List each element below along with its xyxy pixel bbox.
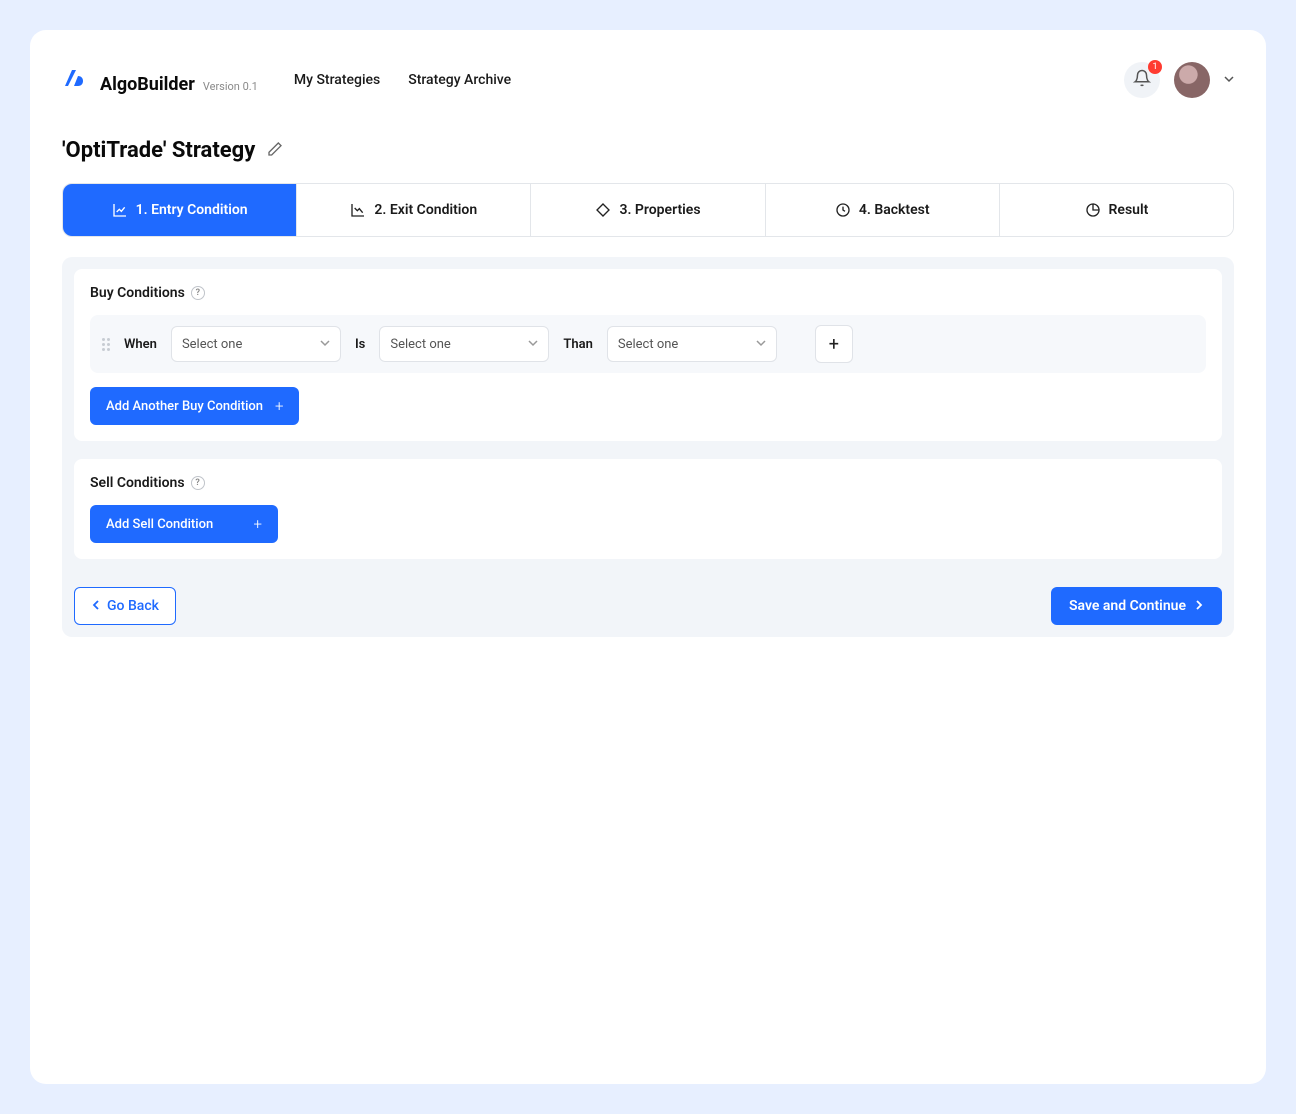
button-label: Add Sell Condition <box>106 517 213 532</box>
app-card: AlgoBuilder Version 0.1 My Strategies St… <box>30 30 1266 1084</box>
tab-label: 2. Exit Condition <box>374 202 477 218</box>
add-condition-button[interactable]: + <box>815 325 853 363</box>
button-label: Go Back <box>107 598 159 614</box>
tab-backtest[interactable]: 4. Backtest <box>766 184 1000 236</box>
section-title-text: Sell Conditions <box>90 475 185 491</box>
tab-label: Result <box>1109 202 1149 218</box>
chevron-down-icon <box>756 338 766 351</box>
tab-entry-condition[interactable]: 1. Entry Condition <box>63 184 297 236</box>
buy-conditions-section: Buy Conditions ? When Select one Is Sele… <box>74 269 1222 441</box>
app-name: AlgoBuilder <box>100 74 195 95</box>
steps-tabs: 1. Entry Condition 2. Exit Condition 3. … <box>62 183 1234 237</box>
plus-icon: + <box>275 397 283 415</box>
chevron-down-icon <box>320 338 330 351</box>
add-sell-condition-button[interactable]: Add Sell Condition + <box>90 505 278 543</box>
logo[interactable]: AlgoBuilder Version 0.1 <box>62 66 258 95</box>
than-label: Than <box>563 337 593 352</box>
help-icon[interactable]: ? <box>191 476 205 490</box>
chevron-left-icon <box>91 598 101 614</box>
notifications-button[interactable]: 1 <box>1124 62 1160 98</box>
clock-icon <box>835 202 851 218</box>
select-placeholder: Select one <box>390 337 450 352</box>
chart-down-icon <box>350 202 366 218</box>
button-label: Add Another Buy Condition <box>106 399 263 414</box>
logo-icon <box>62 66 86 90</box>
plus-icon: + <box>829 334 839 355</box>
buy-condition-row: When Select one Is Select one Than Selec… <box>90 315 1206 373</box>
diamond-icon <box>595 202 611 218</box>
tab-exit-condition[interactable]: 2. Exit Condition <box>297 184 531 236</box>
drag-handle-icon[interactable] <box>102 338 110 351</box>
tab-properties[interactable]: 3. Properties <box>531 184 765 236</box>
chevron-down-icon <box>528 338 538 351</box>
when-select[interactable]: Select one <box>171 326 341 362</box>
help-icon[interactable]: ? <box>191 286 205 300</box>
buy-conditions-title: Buy Conditions ? <box>90 285 1206 301</box>
tab-label: 3. Properties <box>619 202 700 218</box>
version-label: Version 0.1 <box>203 80 258 93</box>
tab-label: 4. Backtest <box>859 202 930 218</box>
user-menu-chevron[interactable] <box>1224 73 1234 87</box>
chart-up-icon <box>112 202 128 218</box>
chevron-right-icon <box>1194 598 1204 614</box>
button-label: Save and Continue <box>1069 598 1186 614</box>
page-title: 'OptiTrade' Strategy <box>62 138 255 163</box>
select-placeholder: Select one <box>618 337 678 352</box>
go-back-button[interactable]: Go Back <box>74 587 176 625</box>
bell-icon <box>1133 69 1151 91</box>
tab-label: 1. Entry Condition <box>136 202 248 218</box>
select-placeholder: Select one <box>182 337 242 352</box>
avatar[interactable] <box>1174 62 1210 98</box>
when-label: When <box>124 337 157 352</box>
nav-strategy-archive[interactable]: Strategy Archive <box>408 72 511 88</box>
is-label: Is <box>355 337 365 352</box>
tab-result[interactable]: Result <box>1000 184 1233 236</box>
sell-conditions-section: Sell Conditions ? Add Sell Condition + <box>74 459 1222 559</box>
top-nav: My Strategies Strategy Archive <box>294 72 511 88</box>
header: AlgoBuilder Version 0.1 My Strategies St… <box>62 62 1234 98</box>
add-another-buy-button[interactable]: Add Another Buy Condition + <box>90 387 299 425</box>
panel-footer: Go Back Save and Continue <box>74 587 1222 625</box>
plus-icon: + <box>254 515 262 533</box>
nav-my-strategies[interactable]: My Strategies <box>294 72 380 88</box>
section-title-text: Buy Conditions <box>90 285 185 301</box>
edit-title-button[interactable] <box>267 141 283 161</box>
sell-conditions-title: Sell Conditions ? <box>90 475 1206 491</box>
conditions-panel: Buy Conditions ? When Select one Is Sele… <box>62 257 1234 637</box>
header-right: 1 <box>1124 62 1234 98</box>
pie-icon <box>1085 202 1101 218</box>
than-select[interactable]: Select one <box>607 326 777 362</box>
save-continue-button[interactable]: Save and Continue <box>1051 587 1222 625</box>
is-select[interactable]: Select one <box>379 326 549 362</box>
title-row: 'OptiTrade' Strategy <box>62 138 1234 163</box>
notification-badge: 1 <box>1148 60 1162 74</box>
